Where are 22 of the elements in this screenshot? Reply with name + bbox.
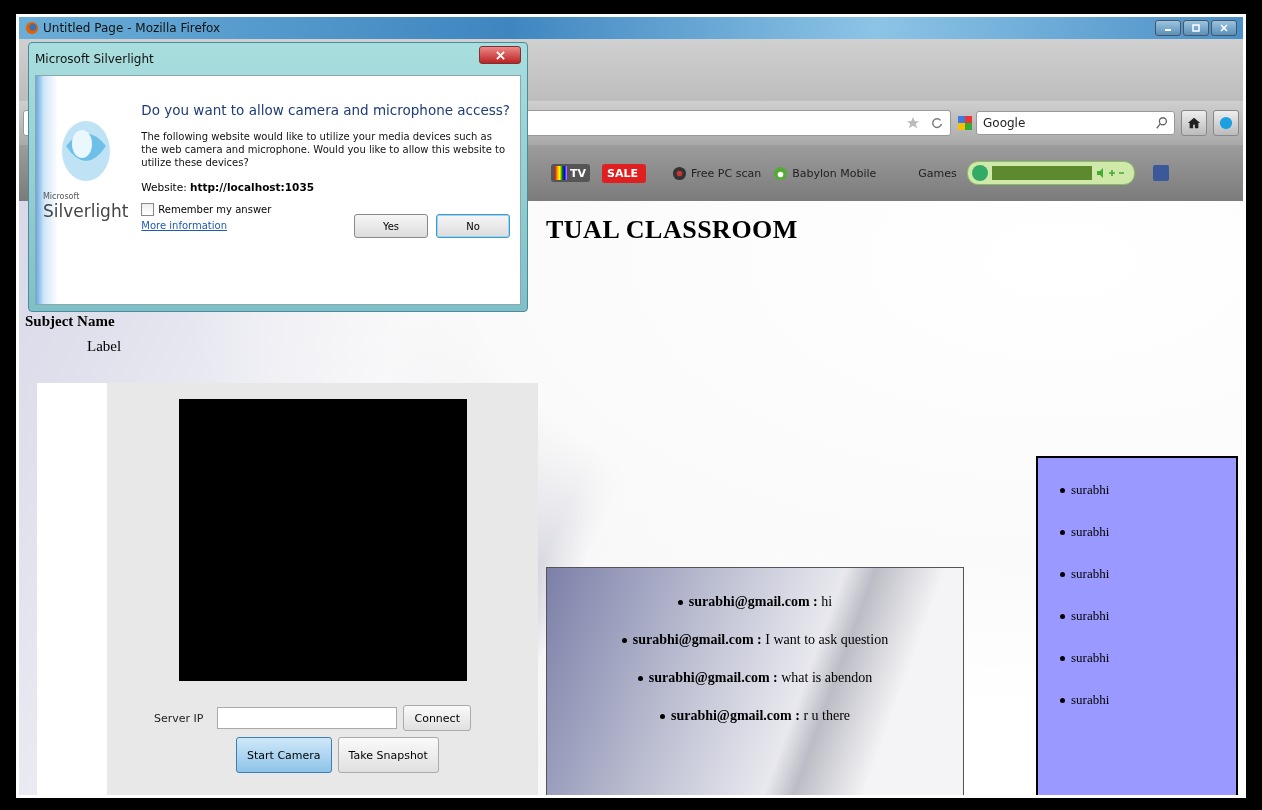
chat-message: surabhi@gmail.com : r u there	[670, 708, 851, 724]
user-name: surabhi	[1071, 608, 1110, 624]
user-name: surabhi	[1071, 482, 1110, 498]
brand-caption: Microsoft	[42, 192, 81, 201]
subject-name-label: Subject Name	[25, 313, 115, 330]
dialog-title: Microsoft Silverlight	[35, 52, 154, 66]
dialog-heading: Do you want to allow camera and microphone access?	[141, 102, 510, 118]
window-title: Untitled Page - Mozilla Firefox	[43, 21, 222, 35]
server-ip-label: Server IP	[154, 711, 204, 725]
user-name: surabhi	[1071, 566, 1110, 582]
brand-name: Silverlight	[42, 201, 129, 221]
user-name: surabhi	[1071, 524, 1110, 540]
user-name: surabhi	[1071, 650, 1110, 666]
page-heading: TUAL CLASSROOM	[546, 215, 799, 245]
user-name: surabhi	[1071, 692, 1110, 708]
website-text: Website: http://localhost:1035	[141, 181, 316, 193]
checkbox-label: Remember my answer	[158, 204, 272, 215]
chat-message: surabhi@gmail.com : what is abendon	[648, 670, 873, 686]
chat-message: surabhi@gmail.com : I want to ask question	[632, 632, 889, 648]
dialog-message: The following website would like to utilize your media devices such as the web camera and microphone. Would you like to allow this website to utilize these devices?	[141, 130, 507, 169]
label-text: Label	[86, 338, 122, 355]
chat-message: surabhi@gmail.com : hi	[688, 594, 833, 610]
